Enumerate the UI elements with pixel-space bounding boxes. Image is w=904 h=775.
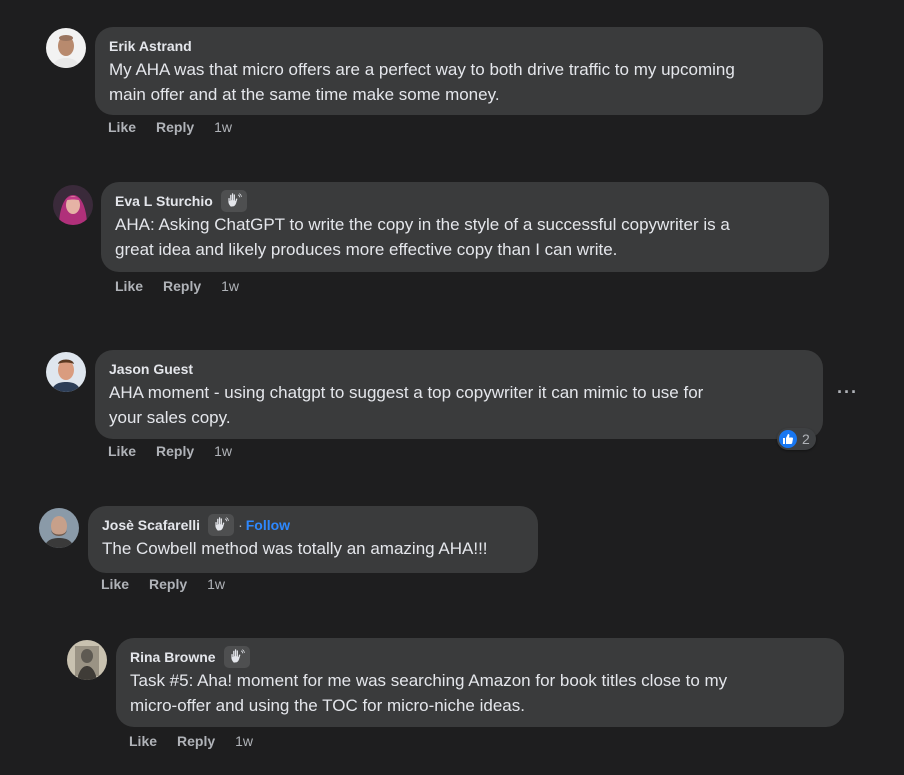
reply-button[interactable]: Reply xyxy=(177,733,215,749)
author-name[interactable]: Rina Browne xyxy=(130,649,216,665)
wave-hand-icon[interactable] xyxy=(223,646,250,668)
comment-text: micro-offer and using the TOC for micro-… xyxy=(130,696,525,715)
comment: Rina Browne Task #5: Aha! moment for me … xyxy=(0,0,904,775)
comment-text: Task #5: Aha! moment for me was searchin… xyxy=(130,671,728,690)
comment-bubble: Rina Browne Task #5: Aha! moment for me … xyxy=(116,638,844,727)
timestamp[interactable]: 1w xyxy=(235,733,253,749)
avatar[interactable] xyxy=(67,640,107,680)
comment-actions: Like Reply 1w xyxy=(129,733,253,749)
like-button[interactable]: Like xyxy=(129,733,157,749)
